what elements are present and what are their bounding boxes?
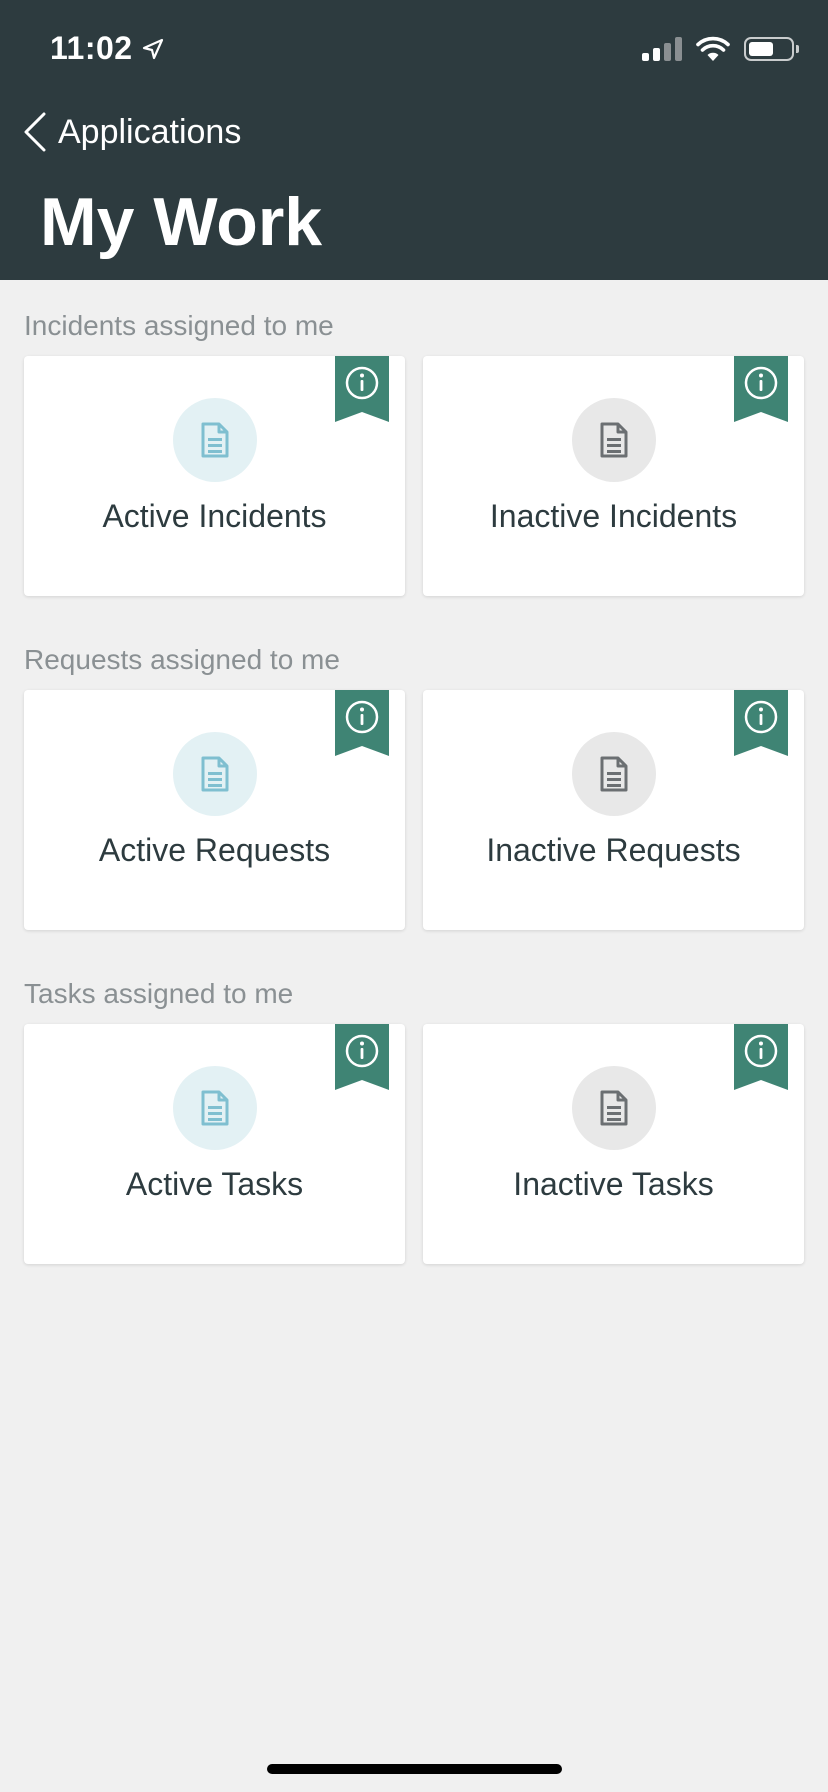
document-icon (201, 1090, 228, 1126)
header: 11:02 Applications My Work (0, 0, 828, 280)
card-label: Active Incidents (102, 498, 327, 534)
document-icon (600, 422, 627, 458)
info-ribbon[interactable] (734, 690, 788, 756)
section-label-tasks: Tasks assigned to me (24, 978, 294, 1009)
info-ribbon[interactable] (734, 356, 788, 422)
location-arrow-icon (142, 38, 163, 59)
section-label-incidents: Incidents assigned to me (24, 310, 334, 341)
card-active-incidents[interactable]: Active Incidents (24, 356, 405, 596)
card-label: Inactive Incidents (489, 498, 738, 534)
document-icon-circle (172, 398, 257, 482)
document-icon (201, 422, 228, 458)
status-time-text: 11:02 (50, 30, 133, 66)
document-icon (201, 756, 228, 792)
card-label: Inactive Tasks (513, 1166, 714, 1202)
battery-icon (744, 37, 799, 61)
document-icon-circle (571, 1066, 656, 1150)
chevron-left-icon (24, 112, 46, 152)
info-icon (335, 356, 389, 422)
status-indicators (642, 36, 799, 62)
document-icon (600, 756, 627, 792)
card-active-requests[interactable]: Active Requests (24, 690, 405, 930)
document-icon-circle (172, 1066, 257, 1150)
info-icon (335, 1024, 389, 1090)
status-time: 11:02 (50, 30, 165, 67)
info-icon (335, 690, 389, 756)
card-inactive-tasks[interactable]: Inactive Tasks (423, 1024, 804, 1264)
card-label: Active Requests (98, 832, 331, 868)
document-icon (600, 1090, 627, 1126)
card-inactive-requests[interactable]: Inactive Requests (423, 690, 804, 930)
info-ribbon[interactable] (335, 690, 389, 756)
info-ribbon[interactable] (335, 1024, 389, 1090)
info-icon (734, 1024, 788, 1090)
card-active-tasks[interactable]: Active Tasks (24, 1024, 405, 1264)
page-title: My Work (40, 184, 323, 260)
wifi-icon (696, 36, 730, 61)
cellular-signal-icon (642, 37, 682, 61)
back-button[interactable]: Applications (22, 110, 241, 154)
document-icon-circle (172, 732, 257, 816)
back-label: Applications (58, 112, 242, 151)
section-label-requests: Requests assigned to me (24, 644, 340, 675)
info-ribbon[interactable] (335, 356, 389, 422)
home-indicator[interactable] (267, 1764, 562, 1774)
card-label: Active Tasks (125, 1166, 304, 1202)
card-label: Inactive Requests (486, 832, 741, 868)
info-icon (734, 690, 788, 756)
document-icon-circle (571, 398, 656, 482)
info-icon (734, 356, 788, 422)
card-inactive-incidents[interactable]: Inactive Incidents (423, 356, 804, 596)
document-icon-circle (571, 732, 656, 816)
info-ribbon[interactable] (734, 1024, 788, 1090)
